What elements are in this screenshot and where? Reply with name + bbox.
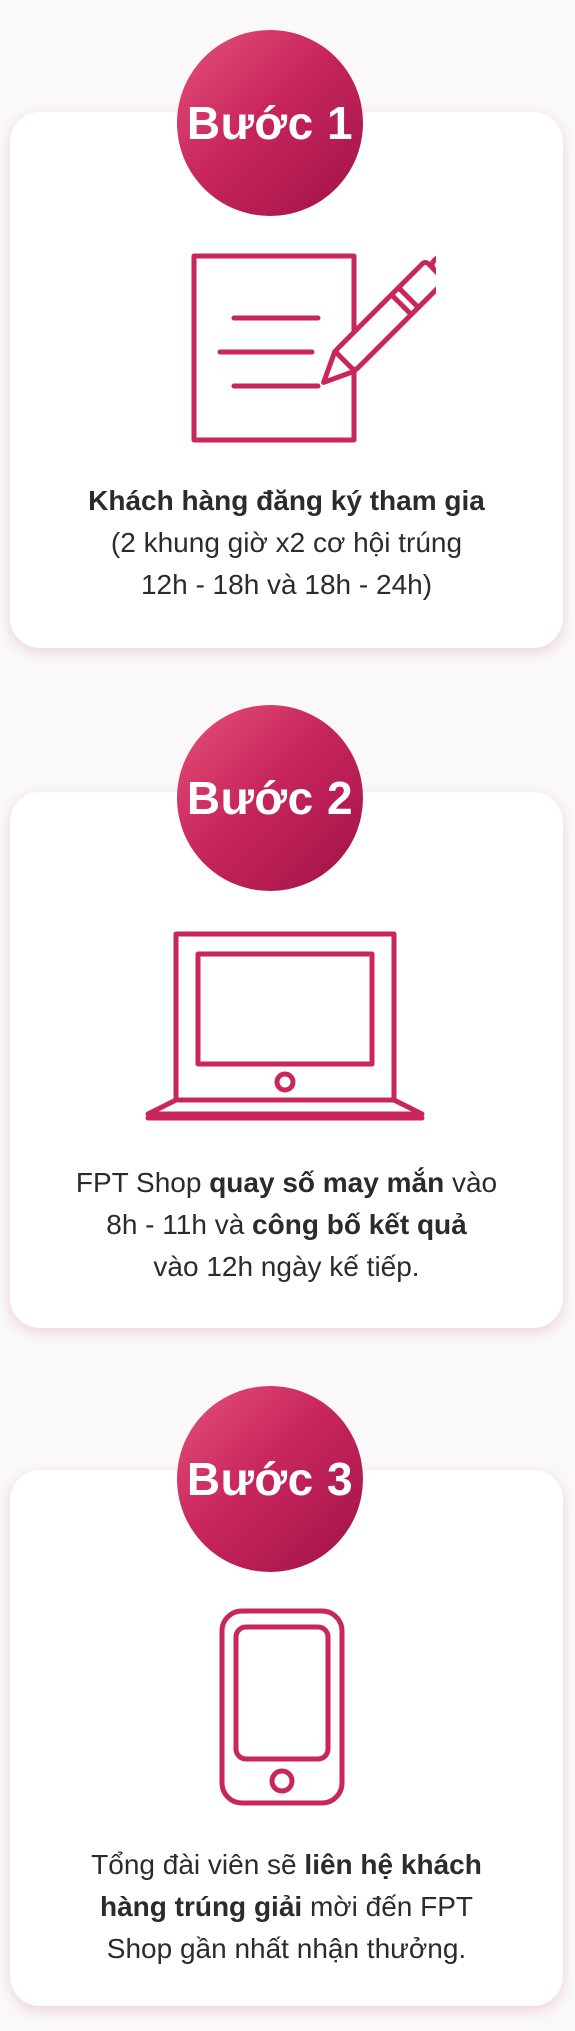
step-3-description: Tổng đài viên sẽ liên hệ khách hàng trún… xyxy=(10,1844,563,1970)
step-2-badge: Bước 2 xyxy=(177,705,363,891)
smartphone-icon xyxy=(219,1608,345,1806)
step-2-description: FPT Shop quay số may mắn vào 8h - 11h và… xyxy=(10,1162,563,1288)
step-1-badge: Bước 1 xyxy=(177,30,363,216)
laptop-icon xyxy=(145,931,425,1121)
step-3-line-2a: mời đến FPT xyxy=(302,1891,474,1922)
step-2-line-1-bold: quay số may mắn xyxy=(209,1167,445,1198)
step-2-line-1a: FPT Shop xyxy=(75,1167,210,1198)
step-1-line-2: (2 khung giờ x2 cơ hội trúng xyxy=(110,527,463,558)
step-2-line-2-bold: công bố kết quả xyxy=(252,1209,467,1240)
document-pen-icon xyxy=(191,253,436,443)
step-3-line-1a: Tổng đài viên sẽ xyxy=(91,1849,305,1880)
step-3-badge: Bước 3 xyxy=(177,1386,363,1572)
steps-infographic: Bước 1 Khách hàng đăng ký tham gia (2 kh… xyxy=(0,0,575,2031)
step-3-line-2-bold: hàng trúng giải xyxy=(99,1891,303,1922)
step-1-description: Khách hàng đăng ký tham gia (2 khung giờ… xyxy=(10,480,563,606)
step-2-line-1b: vào xyxy=(444,1167,498,1198)
step-2-line-2a: 8h - 11h và xyxy=(106,1209,253,1240)
step-3-line-1-bold: liên hệ khách xyxy=(304,1849,482,1880)
step-3-line-3: Shop gần nhất nhận thưởng. xyxy=(106,1933,467,1964)
step-1-line-1: Khách hàng đăng ký tham gia xyxy=(88,485,485,516)
step-2-line-3: vào 12h ngày kế tiếp. xyxy=(153,1251,420,1282)
step-1-line-3: 12h - 18h và 18h - 24h) xyxy=(140,569,433,600)
